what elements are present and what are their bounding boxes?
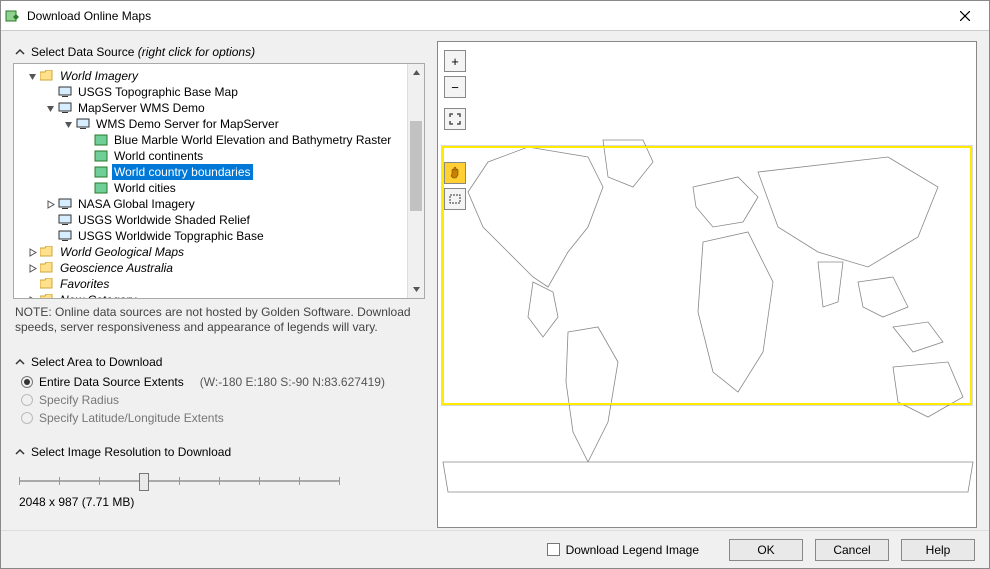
rectangle-select-button[interactable] bbox=[444, 188, 466, 210]
chevron-up-icon bbox=[13, 445, 27, 459]
scroll-thumb[interactable] bbox=[410, 121, 422, 211]
selection-rectangle[interactable] bbox=[442, 146, 972, 405]
zoom-extents-button[interactable] bbox=[444, 108, 466, 130]
scroll-down-icon[interactable] bbox=[408, 281, 424, 298]
data-source-note: NOTE: Online data sources are not hosted… bbox=[13, 299, 425, 337]
titlebar: Download Online Maps bbox=[1, 1, 989, 31]
section-area[interactable]: Select Area to Download bbox=[13, 351, 425, 373]
help-button[interactable]: Help bbox=[901, 539, 975, 561]
radio-icon bbox=[21, 412, 33, 424]
close-button[interactable] bbox=[945, 2, 985, 30]
checkbox-icon bbox=[547, 543, 560, 556]
tree-item-wms-demo-server[interactable]: WMS Demo Server for MapServer bbox=[16, 116, 402, 132]
tree-item-cities[interactable]: World cities bbox=[16, 180, 402, 196]
radio-entire-extents[interactable]: Entire Data Source Extents (W:-180 E:180… bbox=[13, 373, 425, 391]
rectangle-select-icon bbox=[449, 193, 461, 205]
tree-item-geoscience-au[interactable]: Geoscience Australia bbox=[16, 260, 402, 276]
resolution-slider[interactable] bbox=[19, 471, 339, 491]
tree-item-usgs-shaded[interactable]: USGS Worldwide Shaded Relief bbox=[16, 212, 402, 228]
radio-icon bbox=[21, 394, 33, 406]
expand-icon[interactable] bbox=[26, 262, 38, 274]
layer-icon bbox=[94, 166, 108, 178]
radio-icon bbox=[21, 376, 33, 388]
fit-icon bbox=[449, 113, 461, 125]
monitor-icon bbox=[58, 214, 72, 226]
section-label: Select Data Source bbox=[31, 45, 134, 59]
download-legend-checkbox[interactable]: Download Legend Image bbox=[547, 543, 699, 557]
monitor-icon bbox=[76, 118, 90, 130]
tree-item-country-boundaries[interactable]: World country boundaries bbox=[16, 164, 402, 180]
scroll-up-icon[interactable] bbox=[408, 64, 424, 81]
section-label: Select Image Resolution to Download bbox=[31, 445, 231, 459]
resolution-value: 2048 x 987 (7.71 MB) bbox=[19, 491, 419, 509]
tree-scrollbar[interactable] bbox=[407, 64, 424, 298]
monitor-icon bbox=[58, 86, 72, 98]
download-online-maps-dialog: Download Online Maps Select Data Source … bbox=[0, 0, 990, 569]
pan-button[interactable] bbox=[444, 162, 466, 184]
radio-label: Specify Radius bbox=[39, 393, 119, 407]
tree-item-blue-marble[interactable]: Blue Marble World Elevation and Bathymet… bbox=[16, 132, 402, 148]
layer-icon bbox=[94, 182, 108, 194]
folder-icon bbox=[40, 262, 54, 274]
expand-icon[interactable] bbox=[26, 246, 38, 258]
section-data-source[interactable]: Select Data Source (right click for opti… bbox=[13, 41, 425, 63]
folder-icon bbox=[40, 246, 54, 258]
folder-icon bbox=[40, 278, 54, 290]
zoom-in-button[interactable]: + bbox=[444, 50, 466, 72]
tree-item-world-imagery[interactable]: World Imagery bbox=[16, 68, 402, 84]
monitor-icon bbox=[58, 198, 72, 210]
minus-icon: − bbox=[451, 80, 459, 95]
collapse-icon[interactable] bbox=[26, 70, 38, 82]
folder-open-icon bbox=[40, 70, 54, 82]
folder-icon bbox=[40, 294, 54, 298]
section-label: Select Area to Download bbox=[31, 355, 162, 369]
cancel-button[interactable]: Cancel bbox=[815, 539, 889, 561]
checkbox-label: Download Legend Image bbox=[566, 543, 699, 557]
monitor-icon bbox=[58, 230, 72, 242]
radio-label: Entire Data Source Extents bbox=[39, 375, 184, 389]
layer-icon bbox=[94, 134, 108, 146]
radio-specify-radius[interactable]: Specify Radius bbox=[13, 391, 425, 409]
tree-item-mapserver[interactable]: MapServer WMS Demo bbox=[16, 100, 402, 116]
chevron-up-icon bbox=[13, 355, 27, 369]
app-icon bbox=[5, 8, 21, 24]
chevron-up-icon bbox=[13, 45, 27, 59]
radio-specify-latlon[interactable]: Specify Latitude/Longitude Extents bbox=[13, 409, 425, 427]
tree-item-usgs-topo[interactable]: USGS Topographic Base Map bbox=[16, 84, 402, 100]
layer-icon bbox=[94, 150, 108, 162]
tree-item-geo-maps[interactable]: World Geological Maps bbox=[16, 244, 402, 260]
monitor-icon bbox=[58, 102, 72, 114]
hand-icon bbox=[448, 166, 462, 180]
tree-item-usgs-topg[interactable]: USGS Worldwide Topgraphic Base bbox=[16, 228, 402, 244]
window-title: Download Online Maps bbox=[27, 9, 945, 23]
expand-icon[interactable] bbox=[44, 198, 56, 210]
zoom-out-button[interactable]: − bbox=[444, 76, 466, 98]
plus-icon: + bbox=[451, 54, 459, 69]
radio-label: Specify Latitude/Longitude Extents bbox=[39, 411, 224, 425]
tree-item-new-category[interactable]: New Category bbox=[16, 292, 402, 298]
tree-item-continents[interactable]: World continents bbox=[16, 148, 402, 164]
ok-button[interactable]: OK bbox=[729, 539, 803, 561]
section-resolution[interactable]: Select Image Resolution to Download bbox=[13, 441, 425, 463]
tree-item-favorites[interactable]: Favorites bbox=[16, 276, 402, 292]
collapse-icon[interactable] bbox=[44, 102, 56, 114]
dialog-button-bar: Download Legend Image OK Cancel Help bbox=[1, 530, 989, 568]
map-preview[interactable]: + − bbox=[437, 41, 977, 528]
slider-thumb[interactable] bbox=[139, 473, 149, 491]
expand-icon[interactable] bbox=[26, 294, 38, 298]
collapse-icon[interactable] bbox=[62, 118, 74, 130]
extents-value: (W:-180 E:180 S:-90 N:83.627419) bbox=[200, 375, 385, 389]
section-hint: (right click for options) bbox=[138, 45, 255, 59]
data-source-tree: World Imagery USGS Topographic Base Map … bbox=[13, 63, 425, 299]
tree-item-nasa[interactable]: NASA Global Imagery bbox=[16, 196, 402, 212]
